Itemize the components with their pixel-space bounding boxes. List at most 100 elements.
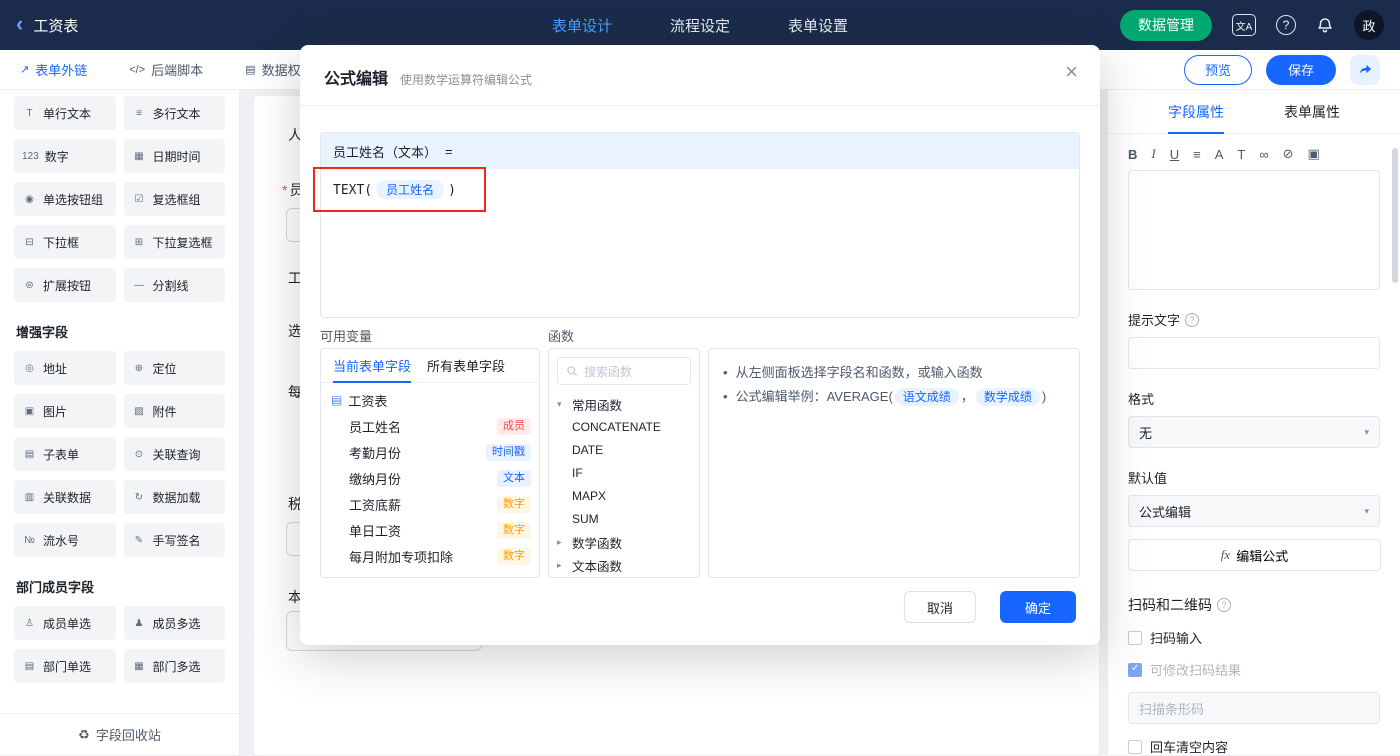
format-button[interactable]: ≡ xyxy=(1193,147,1201,162)
field-recycle-bin[interactable]: ♻ 字段回收站 xyxy=(0,713,239,755)
checkbox-checked-icon xyxy=(1128,662,1142,677)
variable-field-row[interactable]: 考勤月份 时间戳 xyxy=(329,439,531,465)
field-component[interactable]: ≡ 多行文本 xyxy=(123,96,225,130)
scrollbar[interactable] xyxy=(1392,148,1398,283)
field-component[interactable]: 123 数字 xyxy=(14,139,116,173)
member-fields-grid: ♙ 成员单选 ♟ 成员多选 ▤ 部门单选 ▦ 部门多选 xyxy=(0,600,239,689)
equals-sign: = xyxy=(445,143,453,159)
field-component[interactable]: ▤ 子表单 xyxy=(14,437,116,471)
default-value-select[interactable]: 公式编辑 ▾ xyxy=(1128,495,1380,527)
checkbox-modify-scan-result[interactable]: 可修改扫码结果 xyxy=(1128,660,1380,679)
scan-barcode-input[interactable]: 扫描条形码 xyxy=(1128,692,1380,724)
checkbox-enter-clear[interactable]: 回车清空内容 xyxy=(1128,737,1380,756)
field-component[interactable]: T 单行文本 xyxy=(14,96,116,130)
format-button[interactable]: B xyxy=(1128,147,1137,162)
notification-icon[interactable] xyxy=(1316,16,1334,34)
help-icon[interactable]: ? xyxy=(1276,15,1296,35)
variable-field-row[interactable]: 每月附加专项扣除 数字 xyxy=(329,543,531,569)
function-group-text[interactable]: ▸ 文本函数 xyxy=(555,554,693,577)
hint-help-icon[interactable]: ? xyxy=(1185,312,1200,327)
recycle-icon: ♻ xyxy=(78,726,90,742)
field-component[interactable]: ◎ 地址 xyxy=(14,351,116,385)
format-button[interactable]: I xyxy=(1151,146,1155,162)
field-component[interactable]: ⊟ 下拉框 xyxy=(14,225,116,259)
field-component[interactable]: ▦ 部门多选 xyxy=(123,649,225,683)
field-component[interactable]: ♙ 成员单选 xyxy=(14,606,116,640)
field-component[interactable]: ▥ 关联数据 xyxy=(14,480,116,514)
field-component[interactable]: ♟ 成员多选 xyxy=(123,606,225,640)
avatar[interactable]: 政 xyxy=(1354,10,1384,40)
scan-help-icon[interactable]: ? xyxy=(1217,598,1231,612)
field-component[interactable]: ▣ 图片 xyxy=(14,394,116,428)
share-button[interactable] xyxy=(1350,54,1380,85)
data-manage-button[interactable]: 数据管理 xyxy=(1120,9,1212,41)
field-component[interactable]: ⊞ 下拉复选框 xyxy=(123,225,225,259)
format-button[interactable]: ∞ xyxy=(1259,147,1268,162)
checkbox-scan-input[interactable]: 扫码输入 xyxy=(1128,628,1380,647)
format-button[interactable]: T xyxy=(1237,147,1245,162)
function-item[interactable]: DATE xyxy=(555,439,693,462)
close-icon[interactable]: × xyxy=(1065,61,1078,83)
function-item[interactable]: CONCATENATE xyxy=(555,416,693,439)
function-search-input[interactable]: 搜索函数 xyxy=(557,357,691,385)
field-component[interactable]: ☑ 复选框组 xyxy=(123,182,225,216)
field-component[interactable]: ◉ 单选按钮组 xyxy=(14,182,116,216)
tab-field-properties[interactable]: 字段属性 xyxy=(1168,90,1224,134)
fx-icon: fx xyxy=(1220,547,1231,562)
toolbar-item-external-link[interactable]: ↗ 表单外链 xyxy=(20,60,87,79)
tab-all-form-fields[interactable]: 所有表单字段 xyxy=(427,349,505,383)
variable-field-row[interactable]: 员工姓名 成员 xyxy=(329,413,531,439)
help-tip-text: 从左侧面板选择字段名和函数，或输入函数 xyxy=(735,365,983,380)
confirm-button[interactable]: 确定 xyxy=(1000,591,1076,623)
back-icon[interactable]: ‹ xyxy=(16,12,23,35)
tab-form-design[interactable]: 表单设计 xyxy=(552,15,612,36)
field-component[interactable]: № 流水号 xyxy=(14,523,116,557)
enhanced-fields-grid: ◎ 地址 ⊕ 定位 ▣ 图片 ▨ 附件 ▤ 子表单 ⊙ 关联查询 ▥ 关联数据 … xyxy=(0,345,239,563)
edit-formula-button[interactable]: fx 编辑公式 xyxy=(1128,539,1381,571)
toolbar-item-backend-script[interactable]: </> 后端脚本 xyxy=(129,60,203,79)
label-editor-area[interactable] xyxy=(1128,170,1380,290)
field-component[interactable]: ▨ 附件 xyxy=(123,394,225,428)
field-component[interactable]: ↻ 数据加载 xyxy=(123,480,225,514)
function-group-math[interactable]: ▸ 数学函数 xyxy=(555,531,693,554)
help-tip-1: • 从左侧面板选择字段名和函数，或输入函数 xyxy=(723,361,1065,385)
save-button[interactable]: 保存 xyxy=(1265,54,1336,85)
cancel-button[interactable]: 取消 xyxy=(904,591,976,623)
format-button[interactable]: A xyxy=(1215,147,1224,162)
field-component[interactable]: ✎ 手写签名 xyxy=(123,523,225,557)
function-item[interactable]: SUM xyxy=(555,508,693,531)
function-group-common[interactable]: ▾ 常用函数 xyxy=(555,393,693,416)
field-component[interactable]: ⊙ 关联查询 xyxy=(123,437,225,471)
format-button[interactable]: ⊘ xyxy=(1283,146,1294,162)
tab-flow-settings[interactable]: 流程设定 xyxy=(670,15,730,36)
checkbox-icon xyxy=(1128,630,1142,645)
toolbar-item-data-permission[interactable]: ▤ 数据权 xyxy=(245,60,300,79)
field-component[interactable]: ▤ 部门单选 xyxy=(14,649,116,683)
format-button[interactable]: U xyxy=(1170,147,1179,162)
format-select[interactable]: 无 ▾ xyxy=(1128,416,1380,448)
tab-form-properties[interactable]: 表单属性 xyxy=(1284,90,1340,134)
variable-field-row[interactable]: 工资底薪 数字 xyxy=(329,491,531,517)
formula-input-area[interactable]: TEXT(员工姓名) xyxy=(321,169,1079,317)
field-component[interactable]: ⊕ 定位 xyxy=(123,351,225,385)
field-type-tag: 数字 xyxy=(497,521,531,539)
format-button[interactable]: ▣ xyxy=(1308,146,1320,162)
translate-icon[interactable]: 文A xyxy=(1232,14,1256,36)
formula-variable-pill[interactable]: 员工姓名 xyxy=(376,180,445,199)
tab-form-setup[interactable]: 表单设置 xyxy=(788,15,848,36)
field-component-icon: ▦ xyxy=(134,660,144,672)
field-component[interactable]: ▦ 日期时间 xyxy=(123,139,225,173)
checkbox-icon xyxy=(1128,739,1142,754)
preview-button[interactable]: 预览 xyxy=(1183,54,1252,85)
variable-field-row[interactable]: 缴纳月份 文本 xyxy=(329,465,531,491)
field-component-label: 扩展按钮 xyxy=(43,278,92,293)
tab-current-form-fields[interactable]: 当前表单字段 xyxy=(333,349,412,383)
field-component[interactable]: ⊜ 扩展按钮 xyxy=(14,268,116,302)
form-icon: ▤ xyxy=(331,393,343,407)
function-item[interactable]: MAPX xyxy=(555,485,693,508)
field-component[interactable]: — 分割线 xyxy=(123,268,225,302)
variable-field-row[interactable]: 单日工资 数字 xyxy=(329,517,531,543)
hint-text-input[interactable] xyxy=(1128,337,1380,369)
function-item[interactable]: IF xyxy=(555,462,693,485)
form-root-node[interactable]: ▤ 工资表 xyxy=(329,387,531,413)
